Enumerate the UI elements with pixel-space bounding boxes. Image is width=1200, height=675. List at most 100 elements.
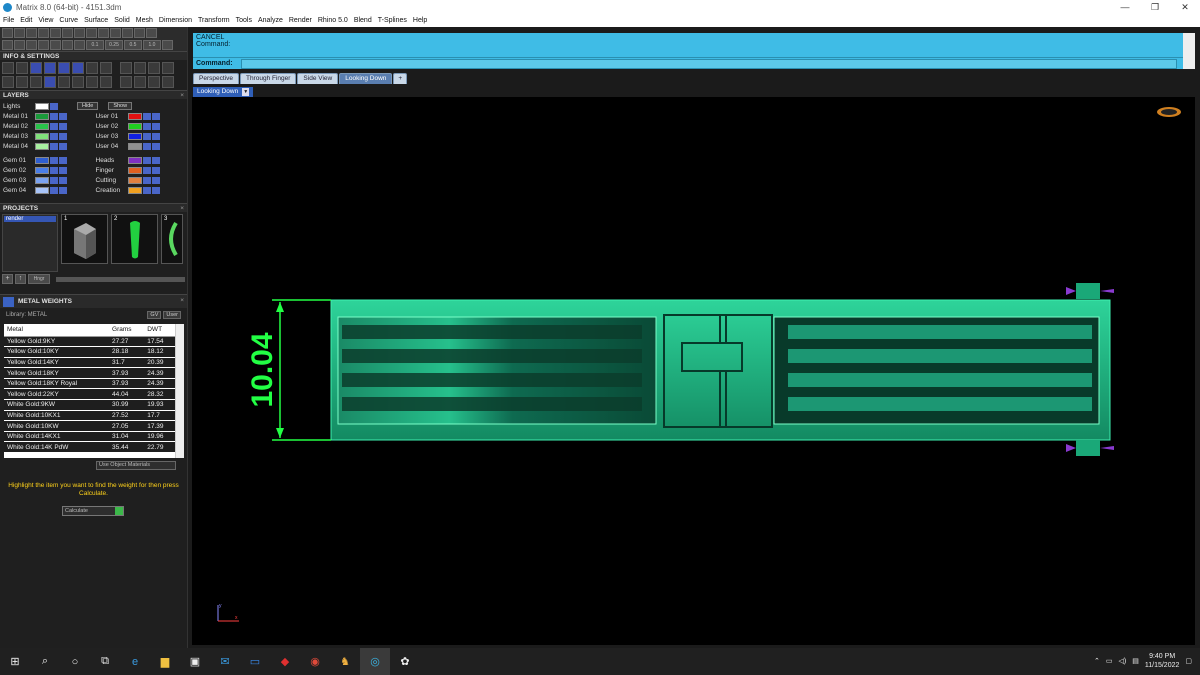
menu-surface[interactable]: Surface	[84, 17, 108, 24]
layer-color-swatch[interactable]	[127, 122, 142, 130]
tool-button[interactable]	[26, 40, 37, 50]
layer-visibility-toggle[interactable]	[142, 166, 151, 174]
height-dimension[interactable]	[272, 299, 331, 441]
tool-icon[interactable]	[44, 62, 56, 74]
tool-icon[interactable]	[100, 62, 112, 74]
layer-row[interactable]: Cutting	[96, 175, 185, 185]
menu-tools[interactable]: Tools	[236, 17, 252, 24]
layer-lock-toggle[interactable]	[59, 166, 67, 174]
app-button[interactable]: ◆	[270, 648, 300, 675]
layer-color-swatch[interactable]	[127, 186, 142, 194]
layer-row[interactable]: Heads	[96, 155, 185, 165]
tool-button[interactable]	[2, 40, 13, 50]
layer-lock-toggle[interactable]	[59, 122, 67, 130]
command-input[interactable]	[241, 59, 1177, 69]
snap-value-button[interactable]: 0.25	[105, 40, 123, 50]
table-row[interactable]: White Gold:14KX1 31.04 19.96	[4, 431, 175, 443]
layer-color-swatch[interactable]	[35, 122, 49, 130]
layer-visibility-toggle[interactable]	[142, 142, 151, 150]
close-icon[interactable]: ×	[180, 204, 184, 213]
layer-lock-toggle[interactable]	[59, 112, 67, 120]
tab-through-finger[interactable]: Through Finger	[239, 73, 297, 84]
layer-color-swatch[interactable]	[127, 156, 142, 164]
lights-swatch[interactable]	[35, 102, 49, 110]
tool-icon[interactable]	[86, 76, 98, 88]
layer-color-swatch[interactable]	[35, 112, 49, 120]
tab-side-view[interactable]: Side View	[297, 73, 339, 84]
menu-render[interactable]: Render	[289, 17, 312, 24]
layer-color-swatch[interactable]	[35, 142, 49, 150]
layer-row[interactable]: Finger	[96, 165, 185, 175]
volume-icon[interactable]: ◁)	[1119, 657, 1127, 665]
layer-visibility-toggle[interactable]	[50, 176, 58, 184]
upload-project-button[interactable]: ↑	[15, 274, 26, 284]
layer-color-swatch[interactable]	[35, 156, 49, 164]
layer-row[interactable]: User 02	[96, 121, 185, 131]
layer-color-swatch[interactable]	[127, 166, 142, 174]
minimize-button[interactable]: —	[1110, 0, 1140, 14]
tool-icon[interactable]	[44, 76, 56, 88]
search-icon[interactable]	[16, 62, 28, 74]
gv-library-button[interactable]: GV	[147, 311, 162, 319]
chrome-button[interactable]: ◉	[300, 648, 330, 675]
layer-lock-toggle[interactable]	[59, 186, 67, 194]
layer-visibility-toggle[interactable]	[142, 156, 151, 164]
layer-row[interactable]: Metal 04	[3, 141, 92, 151]
table-row[interactable]: White Gold:10KW 27.05 17.39	[4, 420, 175, 432]
snap-value-button[interactable]: 0.1	[86, 40, 104, 50]
tool-button[interactable]	[38, 28, 49, 38]
tool-button[interactable]	[14, 40, 25, 50]
menu-help[interactable]: Help	[413, 17, 427, 24]
close-icon[interactable]: ×	[180, 297, 184, 304]
layer-visibility-toggle[interactable]	[50, 156, 58, 164]
table-row[interactable]: Yellow Gold:18KY Royal 37.93 24.39	[4, 378, 175, 390]
layer-row[interactable]: User 03	[96, 131, 185, 141]
show-button[interactable]: Show	[108, 102, 133, 110]
layer-visibility-toggle[interactable]	[142, 176, 151, 184]
tool-button[interactable]	[74, 40, 85, 50]
snap-value-button[interactable]: 0.5	[124, 40, 142, 50]
tool-icon[interactable]	[58, 76, 70, 88]
start-button[interactable]: ⊞	[0, 648, 30, 675]
mail-button[interactable]: ✉	[210, 648, 240, 675]
tool-icon[interactable]	[162, 62, 174, 74]
layer-visibility-toggle[interactable]	[50, 142, 58, 150]
menu-blend[interactable]: Blend	[354, 17, 372, 24]
tab-perspective[interactable]: Perspective	[193, 73, 239, 84]
layer-color-swatch[interactable]	[35, 186, 49, 194]
tool-icon[interactable]	[72, 76, 84, 88]
tool-button[interactable]	[62, 40, 73, 50]
layer-lock-toggle[interactable]	[151, 156, 160, 164]
layer-lock-toggle[interactable]	[151, 142, 160, 150]
layer-row[interactable]: User 01	[96, 111, 185, 121]
layer-row[interactable]: User 04	[96, 141, 185, 151]
tool-icon[interactable]	[134, 62, 146, 74]
layer-color-swatch[interactable]	[35, 176, 49, 184]
table-row[interactable]: White Gold:14K PdW 35.44 22.79	[4, 441, 175, 454]
layer-row[interactable]: Gem 04	[3, 185, 92, 195]
project-thumb[interactable]: 3	[161, 214, 183, 264]
tab-looking-down[interactable]: Looking Down	[339, 73, 393, 84]
tool-icon[interactable]	[148, 76, 160, 88]
tool-button[interactable]	[38, 40, 49, 50]
hide-button[interactable]: Hide	[77, 102, 99, 110]
settings-icon[interactable]	[2, 62, 14, 74]
hinge-button[interactable]: Hngr	[28, 274, 50, 284]
project-thumb[interactable]: 1	[61, 214, 108, 264]
tool-icon[interactable]	[86, 62, 98, 74]
column-header-dwt[interactable]: DWT	[144, 324, 175, 337]
column-header-metal[interactable]: Metal	[4, 324, 110, 337]
tool-button[interactable]	[86, 28, 97, 38]
layer-row[interactable]: Gem 02	[3, 165, 92, 175]
layer-color-swatch[interactable]	[127, 176, 142, 184]
menu-transform[interactable]: Transform	[198, 17, 230, 24]
table-row[interactable]: Yellow Gold:9KY 27.27 17.54	[4, 336, 175, 348]
grid-icon[interactable]	[162, 40, 173, 50]
tool-button[interactable]	[2, 28, 13, 38]
layer-visibility-toggle[interactable]	[142, 186, 151, 194]
layer-row[interactable]: Creation	[96, 185, 185, 195]
task-view-button[interactable]: ⧉	[90, 648, 120, 675]
layer-row[interactable]: Metal 02	[3, 121, 92, 131]
table-row[interactable]: White Gold:9KW 30.99 19.93	[4, 399, 175, 411]
rhino-button[interactable]: ♞	[330, 648, 360, 675]
